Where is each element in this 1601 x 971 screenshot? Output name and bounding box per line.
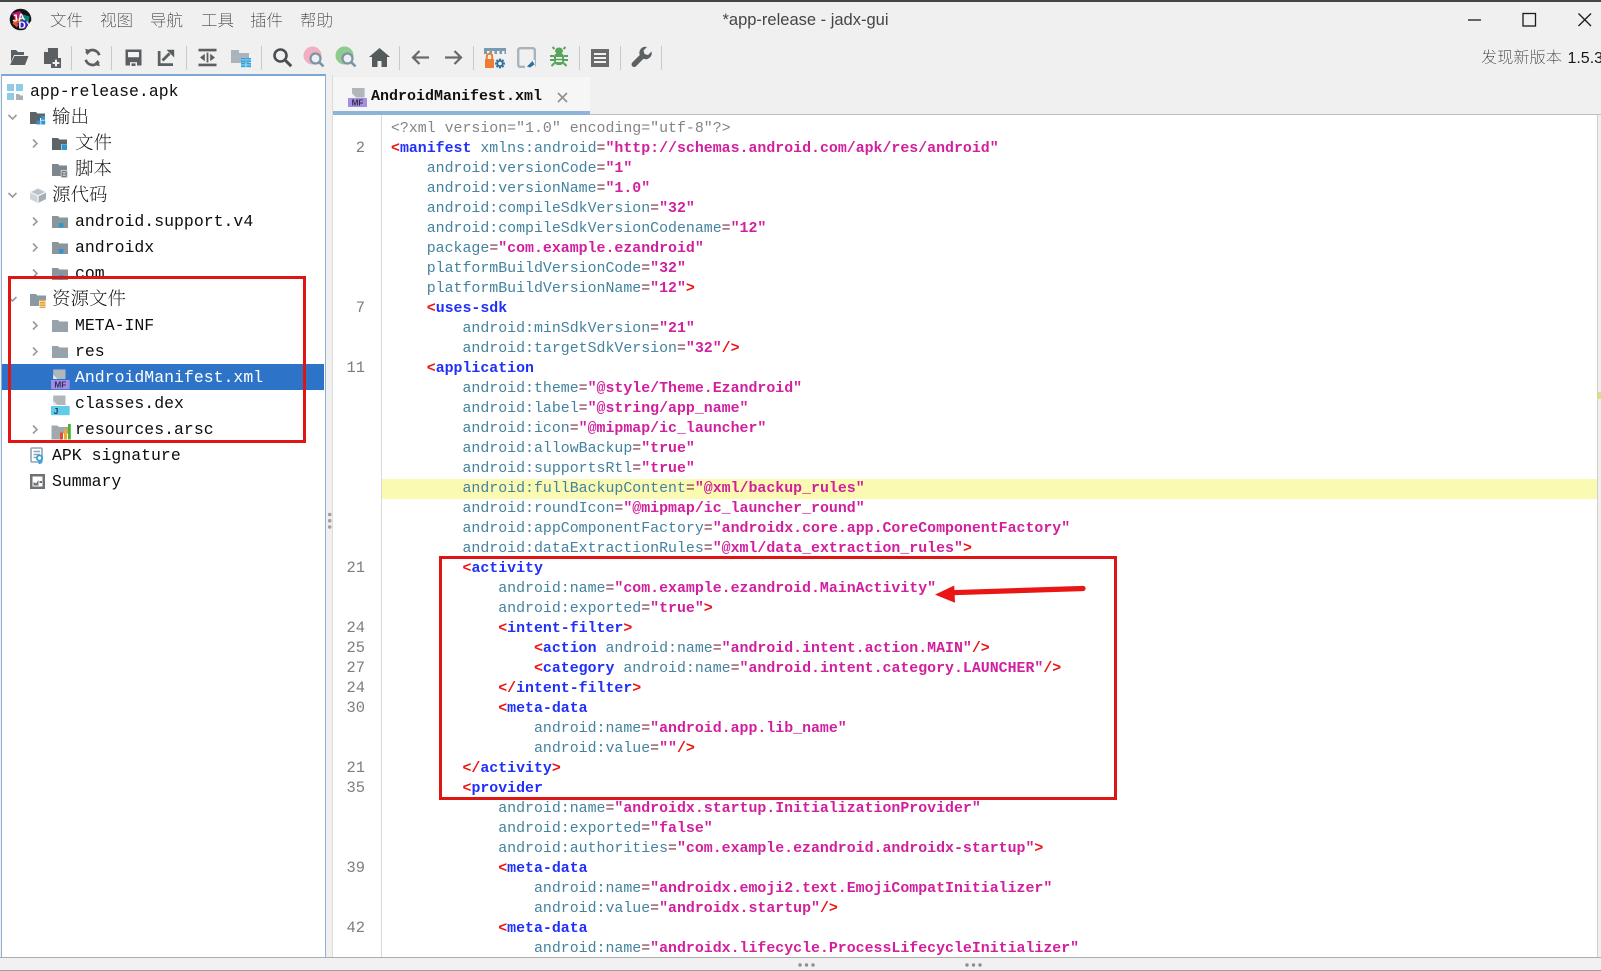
svg-text:MF: MF (352, 98, 364, 107)
